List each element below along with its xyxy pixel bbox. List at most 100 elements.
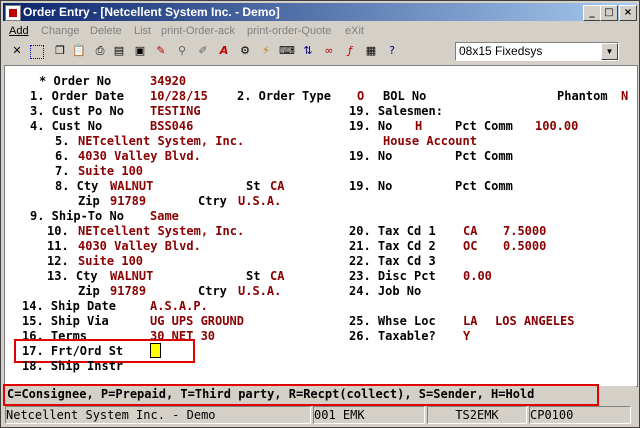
salesman1-name: House Account <box>383 134 477 148</box>
help-icon[interactable]: ? <box>384 43 400 59</box>
order-date-label: 1. Order Date <box>30 89 124 103</box>
bill-state-value: CA <box>270 179 285 193</box>
phantom-value: N <box>621 89 629 103</box>
print-setup-icon[interactable]: ▤ <box>111 43 127 59</box>
search-icon[interactable]: ⚲ <box>174 43 190 59</box>
menu-print-order-ack[interactable]: print-Order-ack <box>161 25 235 37</box>
paste-icon[interactable]: 📋 <box>71 43 87 59</box>
font-icon[interactable]: A <box>216 43 232 59</box>
salesman1-pct-value: 100.00 <box>535 119 579 133</box>
bill-addr1-label: 6. <box>55 149 70 163</box>
ship-addr1-label: 11. <box>47 239 69 253</box>
ship-to-value: Same <box>150 209 179 223</box>
ship-city-value: WALNUT <box>110 269 154 283</box>
bol-no-label: BOL No <box>383 89 427 103</box>
salesman1-no-value: H <box>415 119 423 133</box>
function-icon[interactable]: ƒ <box>342 43 358 59</box>
order-type-value: O <box>357 89 365 103</box>
salesman1-pct-label: Pct Comm <box>455 119 513 133</box>
whse-loc-label: 25. Whse Loc <box>349 314 436 328</box>
minimize-button[interactable]: _ <box>583 5 601 21</box>
ship-zip-value: 91789 <box>110 284 147 298</box>
menu-change[interactable]: Change <box>41 25 80 37</box>
ship-via-value: UG UPS GROUND <box>150 314 244 328</box>
copy-icon[interactable]: ❐ <box>52 43 68 59</box>
salesmen-label: 19. Salesmen: <box>349 104 443 118</box>
toolbar: ✕ ❐ 📋 ⎙ ▤ ▣ ✎ ⚲ ✐ A ⚙ ⚡ ⌨ ⇅ ∞ ƒ ▦ ? 08x1… <box>3 41 637 63</box>
menu-delete[interactable]: Delete <box>90 25 122 37</box>
copy-screen-icon[interactable]: ▣ <box>132 43 148 59</box>
edit-text-icon[interactable]: ✐ <box>195 43 211 59</box>
cust-po-label: 3. Cust Po No <box>30 104 124 118</box>
company-panel: Netcellent System Inc. - Demo <box>5 406 311 424</box>
bill-state-label: St <box>246 179 261 193</box>
menu-add[interactable]: Add <box>9 25 29 37</box>
bill-country-label: Ctry <box>198 194 227 208</box>
cust-no-value: BSS046 <box>150 119 194 133</box>
close-icon[interactable]: ✕ <box>9 43 25 59</box>
bill-city-value: WALNUT <box>110 179 154 193</box>
order-no-value: 34920 <box>150 74 187 88</box>
maximize-button[interactable]: □ <box>600 5 618 21</box>
phantom-label: Phantom <box>557 89 608 103</box>
tax2-code: OC <box>463 239 478 253</box>
bill-zip-label: Zip <box>78 194 100 208</box>
whse-loc-name: LOS ANGELES <box>495 314 575 328</box>
ship-country-label: Ctry <box>198 284 227 298</box>
bill-name-label: 5. <box>55 134 70 148</box>
lightning-icon[interactable]: ⚡ <box>258 43 274 59</box>
user-panel: 001 EMK <box>313 406 425 424</box>
menu-exit[interactable]: eXit <box>345 25 364 37</box>
salesman1-no-label: 19. No <box>349 119 393 133</box>
app-icon[interactable] <box>5 5 21 21</box>
terminal-panel: TS2EMK <box>427 406 527 424</box>
sort-icon[interactable]: ⇅ <box>300 43 316 59</box>
taxable-label: 26. Taxable? <box>349 329 436 343</box>
select-icon[interactable] <box>30 45 44 59</box>
ship-name-label: 10. <box>47 224 69 238</box>
menu-list[interactable]: List <box>134 25 151 37</box>
program-panel: CP0100 <box>529 406 631 424</box>
whse-loc-code: LA <box>463 314 478 328</box>
keyboard-icon[interactable]: ⌨ <box>279 43 295 59</box>
order-type-label: 2. Order Type <box>237 89 331 103</box>
ship-date-label: 14. Ship Date <box>22 299 116 313</box>
title-bar[interactable]: Order Entry - [Netcellent System Inc. - … <box>3 3 637 21</box>
book-icon[interactable]: ▦ <box>363 43 379 59</box>
bill-country-value: U.S.A. <box>238 194 282 208</box>
ship-city-label: 13. Cty <box>47 269 98 283</box>
ship-addr2-label: 12. <box>47 254 69 268</box>
tax1-label: 20. Tax Cd 1 <box>349 224 436 238</box>
ship-via-label: 15. Ship Via <box>22 314 109 328</box>
salesman3-no-label: 19. No <box>349 179 393 193</box>
ship-state-label: St <box>246 269 261 283</box>
window-title: Order Entry - [Netcellent System Inc. - … <box>23 5 280 19</box>
menu-print-order-quote[interactable]: print-order-Quote <box>247 25 331 37</box>
tax3-label: 22. Tax Cd 3 <box>349 254 436 268</box>
bill-zip-value: 91789 <box>110 194 147 208</box>
font-select-value: 08x15 Fixedsys <box>459 44 543 58</box>
link-icon[interactable]: ∞ <box>321 43 337 59</box>
edit-icon[interactable]: ✎ <box>153 43 169 59</box>
menu-bar: Add Change Delete List print-Order-ack p… <box>3 23 637 40</box>
font-select[interactable]: 08x15 Fixedsys ▼ <box>455 42 619 61</box>
bill-city-label: 8. Cty <box>55 179 99 193</box>
bill-addr2-label: 7. <box>55 164 70 178</box>
print-icon[interactable]: ⎙ <box>92 43 108 59</box>
disc-pct-label: 23. Disc Pct <box>349 269 436 283</box>
config-icon[interactable]: ⚙ <box>237 43 253 59</box>
ship-date-value: A.S.A.P. <box>150 299 208 313</box>
close-button[interactable]: × <box>619 5 637 21</box>
ship-instr-label: 18. Ship Instr <box>22 359 124 373</box>
bill-name-value: NETcellent System, Inc. <box>78 134 245 148</box>
ship-to-label: 9. Ship-To No <box>30 209 124 223</box>
terminal-screen[interactable]: * Order No 34920 1. Order Date 10/28/15 … <box>4 65 638 387</box>
cust-po-value: TESTING <box>150 104 201 118</box>
salesman3-pct-label: Pct Comm <box>455 179 513 193</box>
ship-state-value: CA <box>270 269 285 283</box>
tax2-rate: 0.5000 <box>503 239 547 253</box>
chevron-down-icon[interactable]: ▼ <box>601 43 618 60</box>
status-bar: Netcellent System Inc. - Demo 001 EMK TS… <box>3 406 637 424</box>
salesman2-pct-label: Pct Comm <box>455 149 513 163</box>
order-date-value: 10/28/15 <box>150 89 208 103</box>
